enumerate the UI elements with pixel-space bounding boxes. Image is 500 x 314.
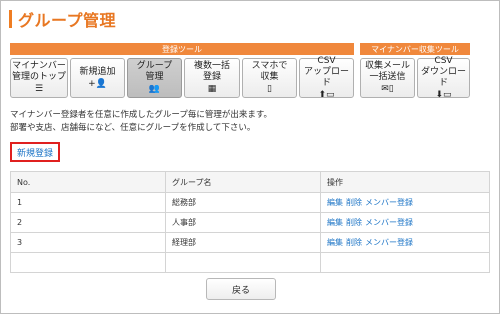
csv-upload-label: CSV アップロード — [303, 55, 349, 88]
table-empty-row — [10, 252, 490, 273]
title-accent-bar — [9, 10, 12, 28]
edit-link[interactable]: 編集 — [327, 218, 343, 227]
row-operations: 編集 削除 メンバー登録 — [320, 212, 490, 233]
row-operations: 編集 削除 メンバー登録 — [320, 232, 490, 253]
csv-download-label: CSV ダウンロード — [420, 55, 466, 88]
empty-cell — [165, 252, 321, 273]
row-operations: 編集 削除 メンバー登録 — [320, 192, 490, 213]
description-line-1: マイナンバー登録者を任意に作成したグループ毎に管理が出来ます。 — [10, 110, 272, 120]
new-registration-button[interactable]: 新規登録 — [10, 142, 60, 162]
table-row: 3 経理部 編集 削除 メンバー登録 — [10, 232, 490, 253]
header-group-name: グループ名 — [165, 171, 321, 193]
bulk-mail-send-label: 収集メール 一括送信 — [364, 61, 410, 82]
delete-link[interactable]: 削除 — [346, 238, 362, 247]
smartphone-collect-label: スマホで 収集 — [251, 61, 288, 82]
table-row: 1 総務部 編集 削除 メンバー登録 — [10, 192, 490, 213]
member-register-link[interactable]: メンバー登録 — [365, 198, 413, 207]
member-register-link[interactable]: メンバー登録 — [365, 218, 413, 227]
list-icon: ☰ — [34, 84, 44, 94]
row-no: 2 — [10, 212, 166, 233]
add-new-label: 新規追加 — [79, 66, 116, 77]
mynumber-top-label: マイナンバー 管理のトップ — [11, 61, 66, 82]
group-management-label: グループ 管理 — [136, 61, 173, 82]
smartphone-collect-button[interactable]: スマホで 収集 ▯ — [242, 58, 297, 98]
bulk-registration-button[interactable]: 複数一括 登録 ▦ — [184, 58, 240, 98]
add-new-button[interactable]: 新規追加 +👤 — [70, 58, 125, 98]
upload-icon: ⬆▭ — [318, 89, 335, 100]
bulk-mail-send-button[interactable]: 収集メール 一括送信 ✉▯ — [360, 58, 415, 98]
delete-link[interactable]: 削除 — [346, 198, 362, 207]
back-button[interactable]: 戻る — [206, 278, 276, 300]
page-header: グループ管理 — [9, 9, 117, 30]
delete-link[interactable]: 削除 — [346, 218, 362, 227]
header-operations: 操作 — [320, 171, 490, 193]
description-line-2: 部署や支店、店舗毎になど、任意にグループを作成して下さい。 — [10, 123, 256, 133]
group-management-button[interactable]: グループ 管理 👥 — [127, 58, 182, 98]
page-title: グループ管理 — [18, 11, 117, 30]
header-no: No. — [10, 171, 166, 193]
member-register-link[interactable]: メンバー登録 — [365, 238, 413, 247]
bulk-registration-label: 複数一括 登録 — [193, 61, 230, 82]
csv-upload-button[interactable]: CSV アップロード ⬆▭ — [299, 55, 354, 100]
row-no: 1 — [10, 192, 166, 213]
table-row: 2 人事部 編集 削除 メンバー登録 — [10, 212, 490, 233]
empty-cell — [10, 252, 166, 273]
row-group-name: 経理部 — [165, 232, 321, 253]
grid-icon: ▦ — [207, 84, 217, 94]
add-user-icon: +👤 — [88, 78, 107, 89]
row-no: 3 — [10, 232, 166, 253]
edit-link[interactable]: 編集 — [327, 198, 343, 207]
mail-mobile-icon: ✉▯ — [381, 84, 394, 94]
download-icon: ⬇▭ — [435, 89, 452, 100]
row-group-name: 総務部 — [165, 192, 321, 213]
row-group-name: 人事部 — [165, 212, 321, 233]
mynumber-tools-header: マイナンバー収集ツール — [360, 43, 470, 55]
csv-download-button[interactable]: CSV ダウンロード ⬇▭ — [417, 55, 470, 100]
users-icon: 👥 — [148, 84, 161, 94]
empty-cell — [320, 252, 490, 273]
mobile-icon: ▯ — [267, 84, 272, 94]
description: マイナンバー登録者を任意に作成したグループ毎に管理が出来ます。 部署や支店、店舗… — [10, 109, 272, 135]
mynumber-top-button[interactable]: マイナンバー 管理のトップ ☰ — [10, 58, 68, 98]
table-header-row: No. グループ名 操作 — [10, 171, 490, 193]
registration-tools-header: 登録ツール — [10, 43, 354, 55]
group-table: No. グループ名 操作 1 総務部 編集 削除 メンバー登録 2 人事部 編集 削除… — [10, 171, 490, 273]
edit-link[interactable]: 編集 — [327, 238, 343, 247]
